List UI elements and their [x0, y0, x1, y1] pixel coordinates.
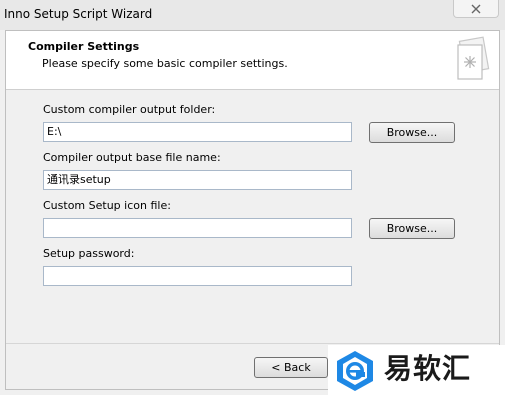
output-folder-input[interactable]: E:\ [43, 122, 352, 142]
browse-output-folder-button[interactable]: Browse... [369, 122, 455, 143]
setup-password-input[interactable] [43, 266, 352, 286]
back-button[interactable]: < Back [254, 357, 328, 378]
close-button[interactable] [453, 0, 499, 18]
wizard-window: Inno Setup Script Wizard Compiler Settin… [0, 0, 505, 395]
page-header: Compiler Settings Please specify some ba… [6, 31, 499, 90]
watermark-text: 易软汇 [384, 352, 472, 385]
watermark: 易软汇 [328, 345, 505, 395]
setup-password-label: Setup password: [43, 247, 135, 260]
setup-icon-label: Custom Setup icon file: [43, 199, 171, 212]
output-folder-label: Custom compiler output folder: [43, 103, 216, 116]
base-file-name-label: Compiler output base file name: [43, 151, 221, 164]
base-file-name-input[interactable]: 通讯录setup [43, 170, 352, 190]
browse-setup-icon-button[interactable]: Browse... [369, 218, 455, 239]
close-icon [471, 4, 481, 13]
window-title: Inno Setup Script Wizard [4, 7, 153, 21]
e-logo-icon [337, 351, 373, 391]
page-subtitle: Please specify some basic compiler setti… [42, 57, 288, 70]
footer-separator [6, 343, 499, 344]
wizard-page-icon [457, 36, 490, 80]
page-title: Compiler Settings [28, 40, 140, 53]
setup-icon-input[interactable] [43, 218, 352, 238]
title-bar: Inno Setup Script Wizard [0, 0, 505, 30]
